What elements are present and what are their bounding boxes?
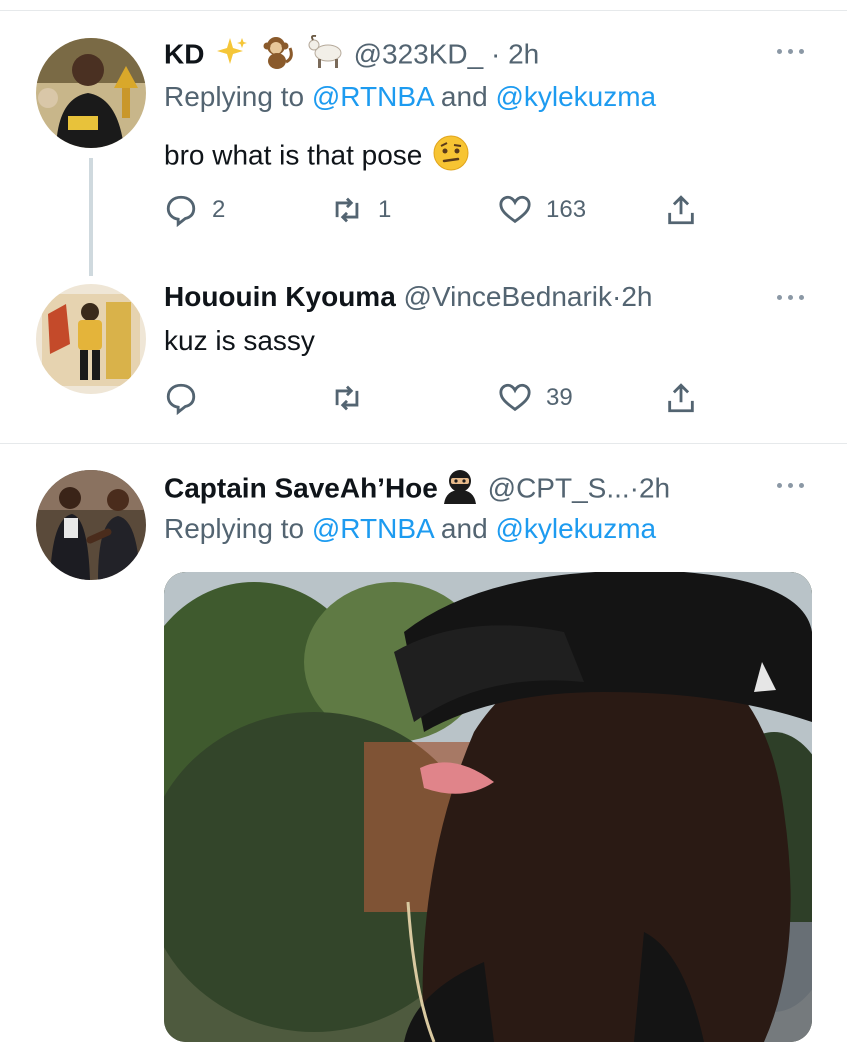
replying-to: Replying to @RTNBA and @kylekuzma [164,80,656,114]
ninja-icon [440,468,480,512]
tweet-kd[interactable]: KD @323KD_ · 2h Replying to @RTNBA and @… [0,0,847,290]
avatar[interactable] [36,284,146,394]
retweet-count: 1 [378,196,392,223]
like-count: 39 [546,384,573,411]
raised-eyebrow-face-icon [432,134,470,180]
tweet-text: kuz is sassy [164,324,315,358]
display-name[interactable]: KD [164,38,204,69]
reply-button[interactable] [164,378,212,418]
media-video-thumbnail[interactable] [164,572,812,1042]
like-button[interactable]: 163 [498,190,586,230]
share-button[interactable] [664,190,698,230]
like-count: 163 [546,196,587,223]
mention-kylekuzma[interactable]: @kylekuzma [495,513,656,544]
retweet-icon [335,197,359,223]
tweet-text-content: bro what is that pose [164,139,423,171]
mention-rtnba[interactable]: @RTNBA [312,81,433,112]
display-name[interactable]: Hououin Kyouma [164,281,396,312]
reply-button[interactable]: 2 [164,190,225,230]
avatar[interactable] [36,470,146,580]
thread-line [89,158,93,276]
goat-icon [308,34,346,77]
replying-prefix: Replying to [164,513,312,544]
reply-icon [166,195,196,227]
separator-dot: · [629,472,639,504]
reply-count: 2 [212,196,226,223]
separator-dot: · [612,281,622,312]
tweet-hououin[interactable]: Hououin Kyouma @VinceBednarik·2h kuz is … [0,276,847,444]
monkey-icon [260,34,296,78]
tweet-text-content: kuz is sassy [164,325,315,356]
handle[interactable]: @VinceBednarik [404,281,612,312]
replying-prefix: Replying to [164,81,312,112]
retweet-icon [335,385,359,411]
share-icon [668,195,694,225]
handle[interactable]: @323KD_ [354,38,484,69]
more-options-icon[interactable] [777,292,807,302]
replying-to: Replying to @RTNBA and @kylekuzma [164,512,656,546]
replying-and: and [433,513,496,544]
reply-icon [166,383,196,415]
mention-kylekuzma[interactable]: @kylekuzma [495,81,656,112]
tweet-header: Hououin Kyouma @VinceBednarik·2h [164,280,653,314]
display-name[interactable]: Captain SaveAh’Hoe [164,472,438,503]
share-button[interactable] [664,378,698,418]
handle[interactable]: @CPT_S... [488,472,630,503]
separator-dot: · [490,38,501,70]
more-options-icon[interactable] [777,46,807,56]
like-button[interactable]: 39 [498,378,573,418]
tweet-actions: 2 1 163 [164,190,724,230]
avatar[interactable] [36,38,146,148]
timestamp[interactable]: 2h [508,38,539,69]
heart-icon [499,195,531,224]
timestamp[interactable]: 2h [621,281,652,312]
tweet-header: KD @323KD_ · 2h [164,34,539,78]
tweet-header: Captain SaveAh’Hoe @CPT_S...·2h [164,468,670,512]
tweet-actions: 39 [164,378,724,418]
mention-rtnba[interactable]: @RTNBA [312,513,433,544]
timestamp[interactable]: 2h [639,472,670,503]
retweet-button[interactable]: 1 [330,190,391,230]
more-options-icon[interactable] [777,480,807,490]
heart-icon [499,383,531,412]
share-icon [668,383,694,413]
tweet-text: bro what is that pose [164,134,470,180]
retweet-button[interactable] [330,378,378,418]
sparkles-icon [216,36,248,76]
replying-and: and [433,81,496,112]
video-frame [164,572,812,1042]
